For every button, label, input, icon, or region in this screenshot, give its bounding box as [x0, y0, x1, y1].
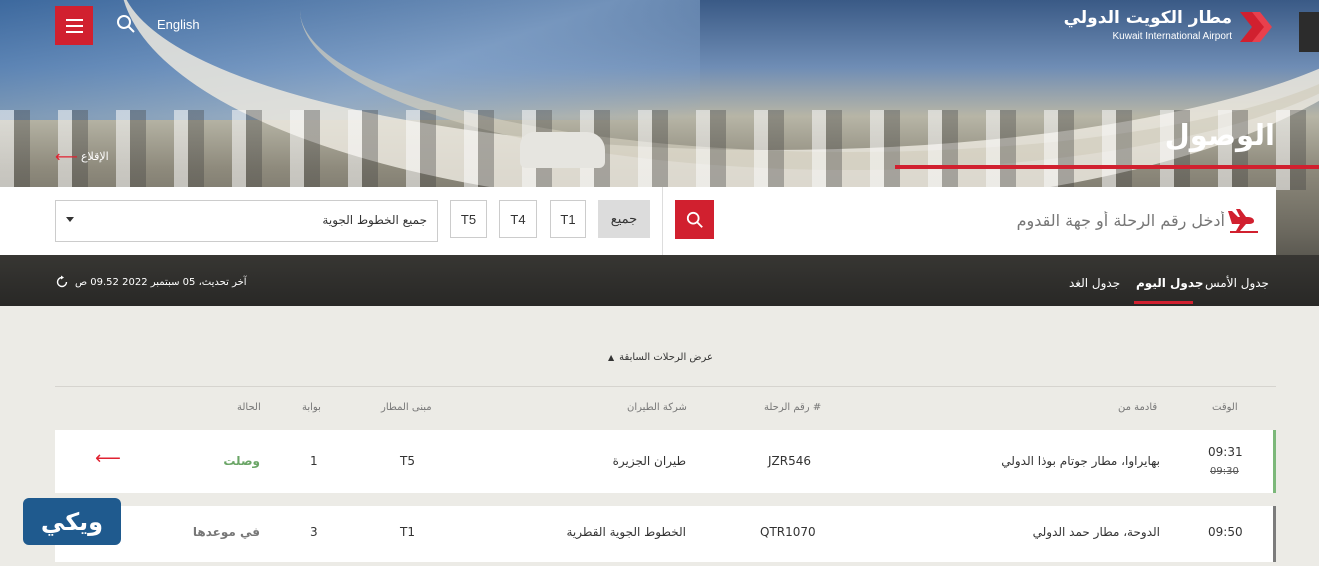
terminal-filter-t1[interactable]: T1: [550, 200, 586, 238]
arrow-left-icon[interactable]: ⟵: [95, 448, 121, 469]
filter-divider: [662, 187, 663, 255]
plane-landing-icon: [1228, 209, 1258, 233]
airline-select-value: جميع الخطوط الجوية: [322, 213, 427, 227]
terminal-filter-t5[interactable]: T5: [450, 200, 487, 238]
tab-yesterday[interactable]: جدول الأمس: [1205, 276, 1269, 290]
terminal-filter-t4[interactable]: T4: [499, 200, 537, 238]
flight-search-button[interactable]: [675, 200, 714, 239]
col-header-gate: بوابة: [302, 402, 321, 413]
table-row[interactable]: 09:50 الدوحة، مطار حمد الدولي QTR1070 ال…: [55, 506, 1276, 562]
page-title: الوصول: [1164, 118, 1275, 152]
gate: 1: [310, 454, 318, 468]
refresh-icon[interactable]: [55, 275, 69, 289]
language-link[interactable]: English: [157, 17, 200, 32]
arrival-time: 09:50: [1208, 525, 1243, 539]
col-header-terminal: مبنى المطار: [381, 402, 432, 413]
side-panel-toggle[interactable]: [1299, 12, 1319, 52]
hero-car: [520, 132, 605, 168]
col-header-origin: قادمة من: [1118, 402, 1158, 413]
terminal: T1: [400, 525, 415, 539]
tab-today[interactable]: جدول اليوم: [1136, 276, 1203, 290]
chevron-up-icon: ▲: [608, 353, 615, 362]
airport-logo[interactable]: مطار الكويت الدولي Kuwait International …: [1064, 8, 1274, 48]
status-badge: في موعدها: [192, 525, 260, 539]
tab-tomorrow[interactable]: جدول الغد: [1069, 276, 1120, 290]
col-header-status: الحالة: [237, 402, 261, 413]
logo-chevron-icon: [1240, 12, 1272, 42]
terminal: T5: [400, 454, 415, 468]
airline-name: الخطوط الجوية القطرية: [566, 525, 686, 539]
flight-search-input[interactable]: [720, 200, 1225, 240]
last-update-text: آخر تحديث، 05 سبتمبر 2022 09.52 ص: [75, 276, 247, 288]
airline-select[interactable]: جميع الخطوط الجوية: [55, 200, 438, 242]
flight-number: QTR1070: [760, 525, 816, 539]
caret-down-icon: [66, 217, 74, 222]
search-icon: [686, 211, 703, 228]
watermark-logo: ويكي: [23, 498, 121, 545]
status-badge: وصلت: [223, 454, 260, 468]
last-update: آخر تحديث، 05 سبتمبر 2022 09.52 ص: [55, 275, 247, 289]
airline-name: طيران الجزيرة: [612, 454, 686, 468]
departures-link[interactable]: ⟵ الإقلاع: [55, 147, 109, 166]
show-previous-label: عرض الرحلات السابقة: [619, 352, 713, 363]
logo-arabic-text: مطار الكويت الدولي: [1063, 8, 1232, 28]
flight-number: JZR546: [768, 454, 812, 468]
hamburger-icon: [65, 18, 83, 21]
col-header-time: الوقت: [1212, 402, 1238, 413]
terminal-filter-all[interactable]: جميع: [598, 200, 650, 238]
table-row[interactable]: 09:31 09:30 بهايراوا، مطار جوتام بوذا ال…: [55, 430, 1276, 493]
watermark-text: ويكي: [40, 507, 104, 536]
search-icon[interactable]: [116, 14, 136, 34]
origin: الدوحة، مطار حمد الدولي: [1032, 525, 1160, 539]
col-header-flight-no: رقم الرحلة #: [764, 402, 822, 413]
menu-button[interactable]: [55, 6, 93, 45]
origin: بهايراوا، مطار جوتام بوذا الدولي: [1001, 454, 1160, 468]
logo-english-text: Kuwait International Airport: [1112, 31, 1232, 42]
arrival-time: 09:31: [1208, 445, 1243, 459]
table-divider: [55, 386, 1276, 387]
departures-label: الإقلاع: [80, 150, 109, 163]
scheduled-time: 09:30: [1210, 466, 1239, 477]
gate: 3: [310, 525, 318, 539]
title-underline: [895, 165, 1319, 169]
hero-crowd: [0, 110, 1319, 190]
arrow-left-icon: ⟵: [55, 147, 78, 166]
col-header-airline: شركة الطيران: [627, 402, 687, 413]
show-previous-flights[interactable]: ▲ عرض الرحلات السابقة: [608, 352, 713, 363]
tab-active-underline: [1134, 301, 1193, 304]
